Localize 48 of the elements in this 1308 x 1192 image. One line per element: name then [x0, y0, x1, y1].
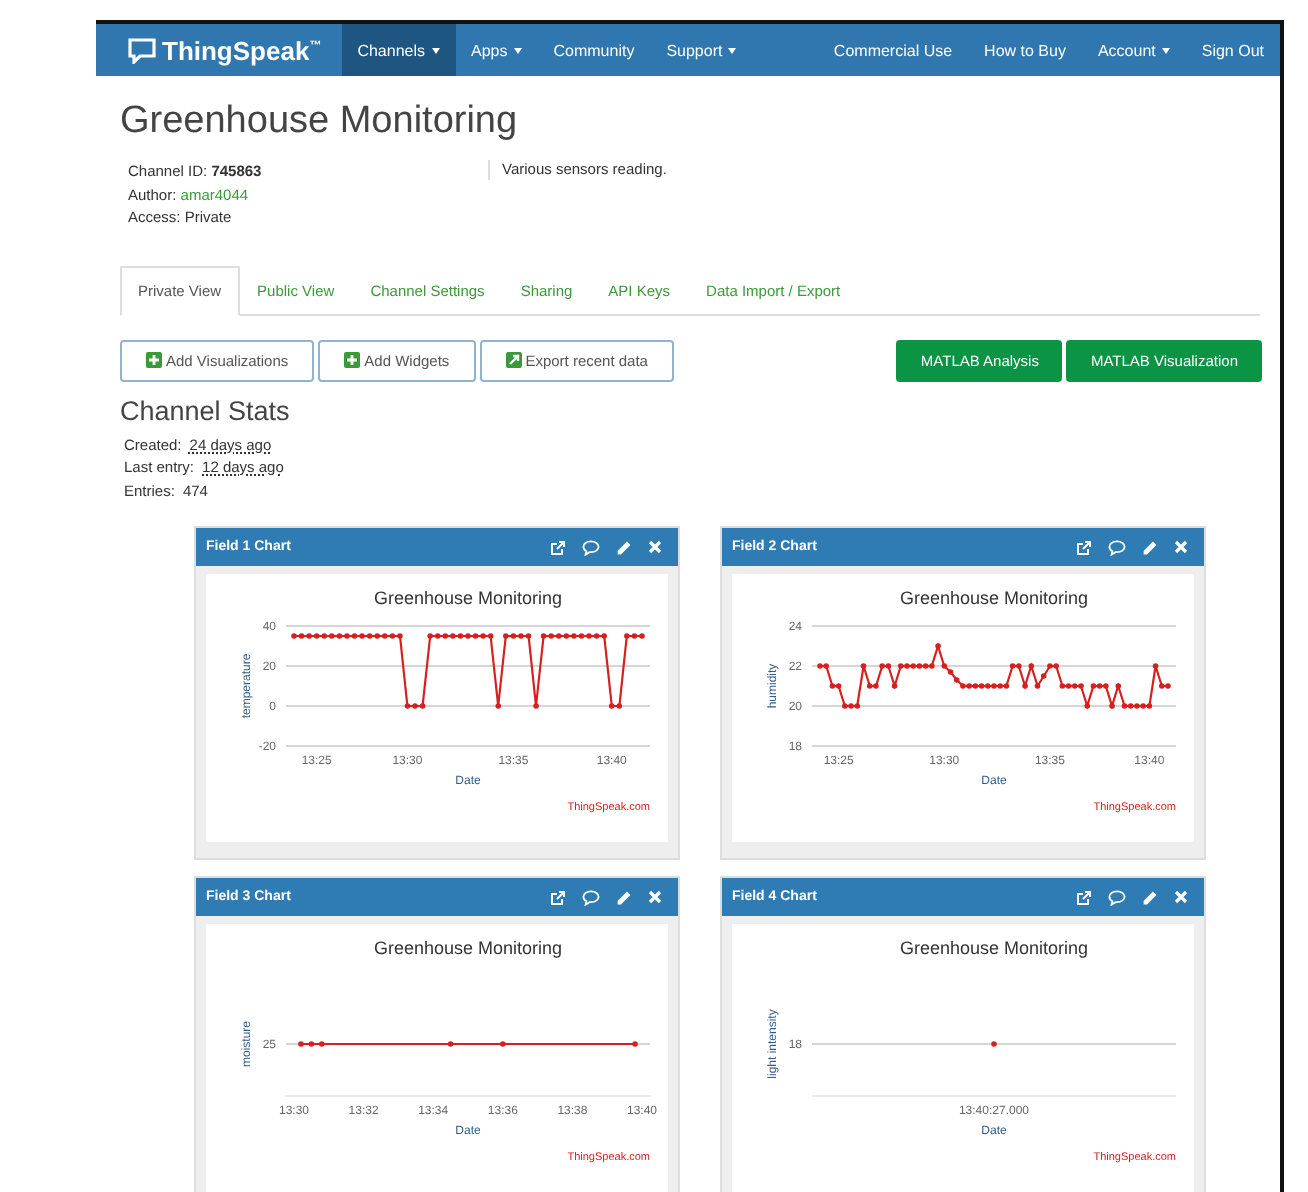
channel-title: Greenhouse Monitoring: [120, 100, 520, 144]
data-point: [495, 703, 502, 709]
close-icon[interactable]: [1174, 540, 1188, 554]
nav-link[interactable]: Channels: [341, 24, 455, 76]
data-point: [1028, 663, 1035, 669]
nav-link[interactable]: How to Buy: [968, 24, 1082, 76]
pencil-icon[interactable]: [1142, 889, 1158, 905]
comment-icon[interactable]: [582, 539, 600, 555]
nav-link[interactable]: Community: [537, 24, 651, 76]
comment-icon[interactable]: [1108, 539, 1126, 555]
nav-link[interactable]: Commercial Use: [817, 24, 969, 76]
chart-title: Greenhouse Monitoring: [373, 588, 563, 608]
comment-icon[interactable]: [1108, 889, 1126, 905]
external-link-icon[interactable]: [550, 889, 566, 905]
pencil-icon[interactable]: [616, 889, 632, 905]
nav-link[interactable]: Apps: [455, 24, 538, 76]
speech-bubble-icon: [128, 37, 156, 63]
data-point: [1034, 683, 1041, 689]
nav-link[interactable]: Sign Out: [1185, 24, 1280, 76]
close-icon[interactable]: [648, 890, 662, 904]
pencil-icon[interactable]: [616, 539, 632, 555]
plus-icon: [146, 352, 162, 368]
logo-text[interactable]: ThingSpeak$^{™}$: [162, 35, 322, 65]
close-icon[interactable]: [1174, 890, 1188, 904]
nav-link[interactable]: Support: [650, 24, 753, 76]
pencil-icon[interactable]: [1142, 539, 1158, 555]
external-link-icon[interactable]: [550, 539, 566, 555]
section-title: Channel Stats: [120, 395, 292, 425]
data-point: [1040, 673, 1047, 679]
export-icon: [505, 352, 522, 368]
data-point: [1109, 703, 1115, 709]
external-link-icon[interactable]: [1076, 539, 1092, 555]
comment-icon[interactable]: [582, 889, 600, 905]
data-point: [860, 663, 867, 669]
close-icon[interactable]: [648, 540, 662, 554]
data-point: [1022, 683, 1028, 689]
chart-title: Greenhouse Monitoring: [373, 938, 563, 958]
data-point: [1115, 683, 1122, 689]
data-point: [891, 683, 898, 689]
plus-icon: [344, 352, 361, 368]
data-point: [533, 703, 539, 709]
chart-title: Greenhouse Monitoring: [899, 938, 1089, 958]
data-point: [935, 643, 941, 649]
external-link-icon[interactable]: [1076, 889, 1092, 905]
nav-link[interactable]: Account: [1081, 24, 1186, 76]
data-point: [1152, 663, 1159, 669]
data-point: [1084, 703, 1090, 709]
chart-title: Greenhouse Monitoring: [899, 588, 1089, 608]
